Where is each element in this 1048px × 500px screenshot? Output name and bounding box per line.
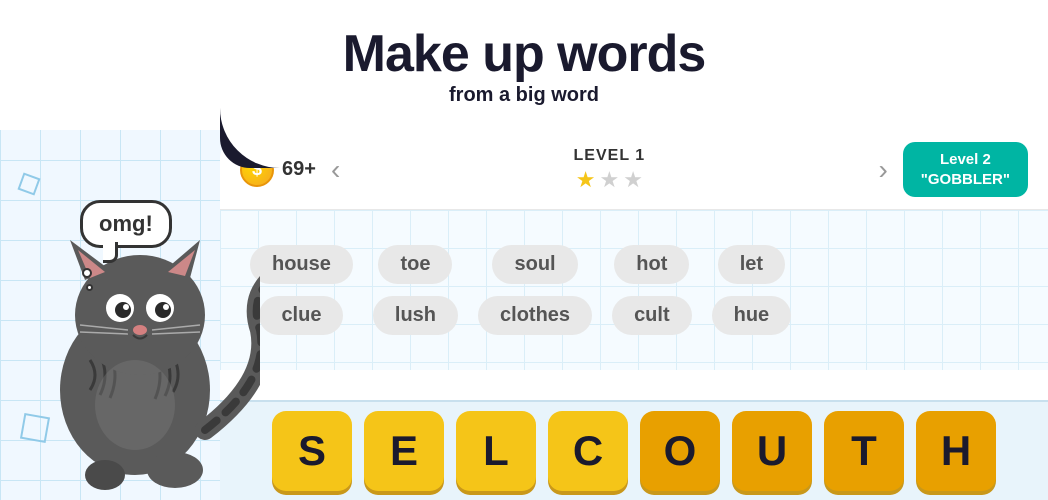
letter-tile-t[interactable]: T	[824, 411, 904, 491]
nav-left-arrow[interactable]: ‹	[316, 154, 355, 186]
word-column-1: house clue	[250, 245, 353, 335]
stars-row: ★ ★ ★	[576, 167, 643, 193]
word-soul[interactable]: soul	[492, 245, 577, 284]
word-column-2: toe lush	[373, 245, 458, 335]
letter-tile-l[interactable]: L	[456, 411, 536, 491]
bubble-dots	[82, 268, 93, 291]
star-1: ★	[576, 167, 596, 193]
letter-tile-s[interactable]: S	[272, 411, 352, 491]
word-column-3: soul clothes	[478, 245, 592, 335]
speech-bubble: omg!	[80, 200, 172, 248]
next-level-button[interactable]: Level 2 "GOBBLER"	[903, 142, 1028, 197]
cat-container: omg!	[0, 120, 260, 500]
word-house[interactable]: house	[250, 245, 353, 284]
page-subtitle: from a big word	[449, 84, 599, 107]
word-hot[interactable]: hot	[614, 245, 689, 284]
letter-tile-o[interactable]: O	[640, 411, 720, 491]
tiles-area: S E L C O U T H	[220, 400, 1048, 500]
letter-tile-c[interactable]: C	[548, 411, 628, 491]
word-clue[interactable]: clue	[259, 296, 343, 335]
words-area: house clue toe lush soul clothes hot cul…	[220, 210, 1048, 370]
word-hue[interactable]: hue	[712, 296, 792, 335]
level-label: LEVEL 1	[574, 147, 646, 165]
level-area: LEVEL 1 ★ ★ ★	[355, 147, 863, 193]
letter-tile-u[interactable]: U	[732, 411, 812, 491]
word-lush[interactable]: lush	[373, 296, 458, 335]
star-3: ★	[623, 167, 643, 193]
header: Make up words from a big word	[0, 0, 1048, 130]
word-toe[interactable]: toe	[378, 245, 452, 284]
game-panel: $ 69+ ‹ LEVEL 1 ★ ★ ★ › Level 2 "GOBBLER…	[220, 130, 1048, 500]
letter-tile-h[interactable]: H	[916, 411, 996, 491]
coin-count: 69+	[282, 158, 316, 181]
word-column-5: let hue	[712, 245, 792, 335]
nav-right-arrow[interactable]: ›	[863, 154, 902, 186]
top-bar: $ 69+ ‹ LEVEL 1 ★ ★ ★ › Level 2 "GOBBLER…	[220, 130, 1048, 210]
word-let[interactable]: let	[718, 245, 785, 284]
letter-tile-e[interactable]: E	[364, 411, 444, 491]
word-clothes[interactable]: clothes	[478, 296, 592, 335]
page-title: Make up words	[343, 24, 706, 84]
star-2: ★	[599, 167, 619, 193]
word-column-4: hot cult	[612, 245, 692, 335]
word-cult[interactable]: cult	[612, 296, 692, 335]
